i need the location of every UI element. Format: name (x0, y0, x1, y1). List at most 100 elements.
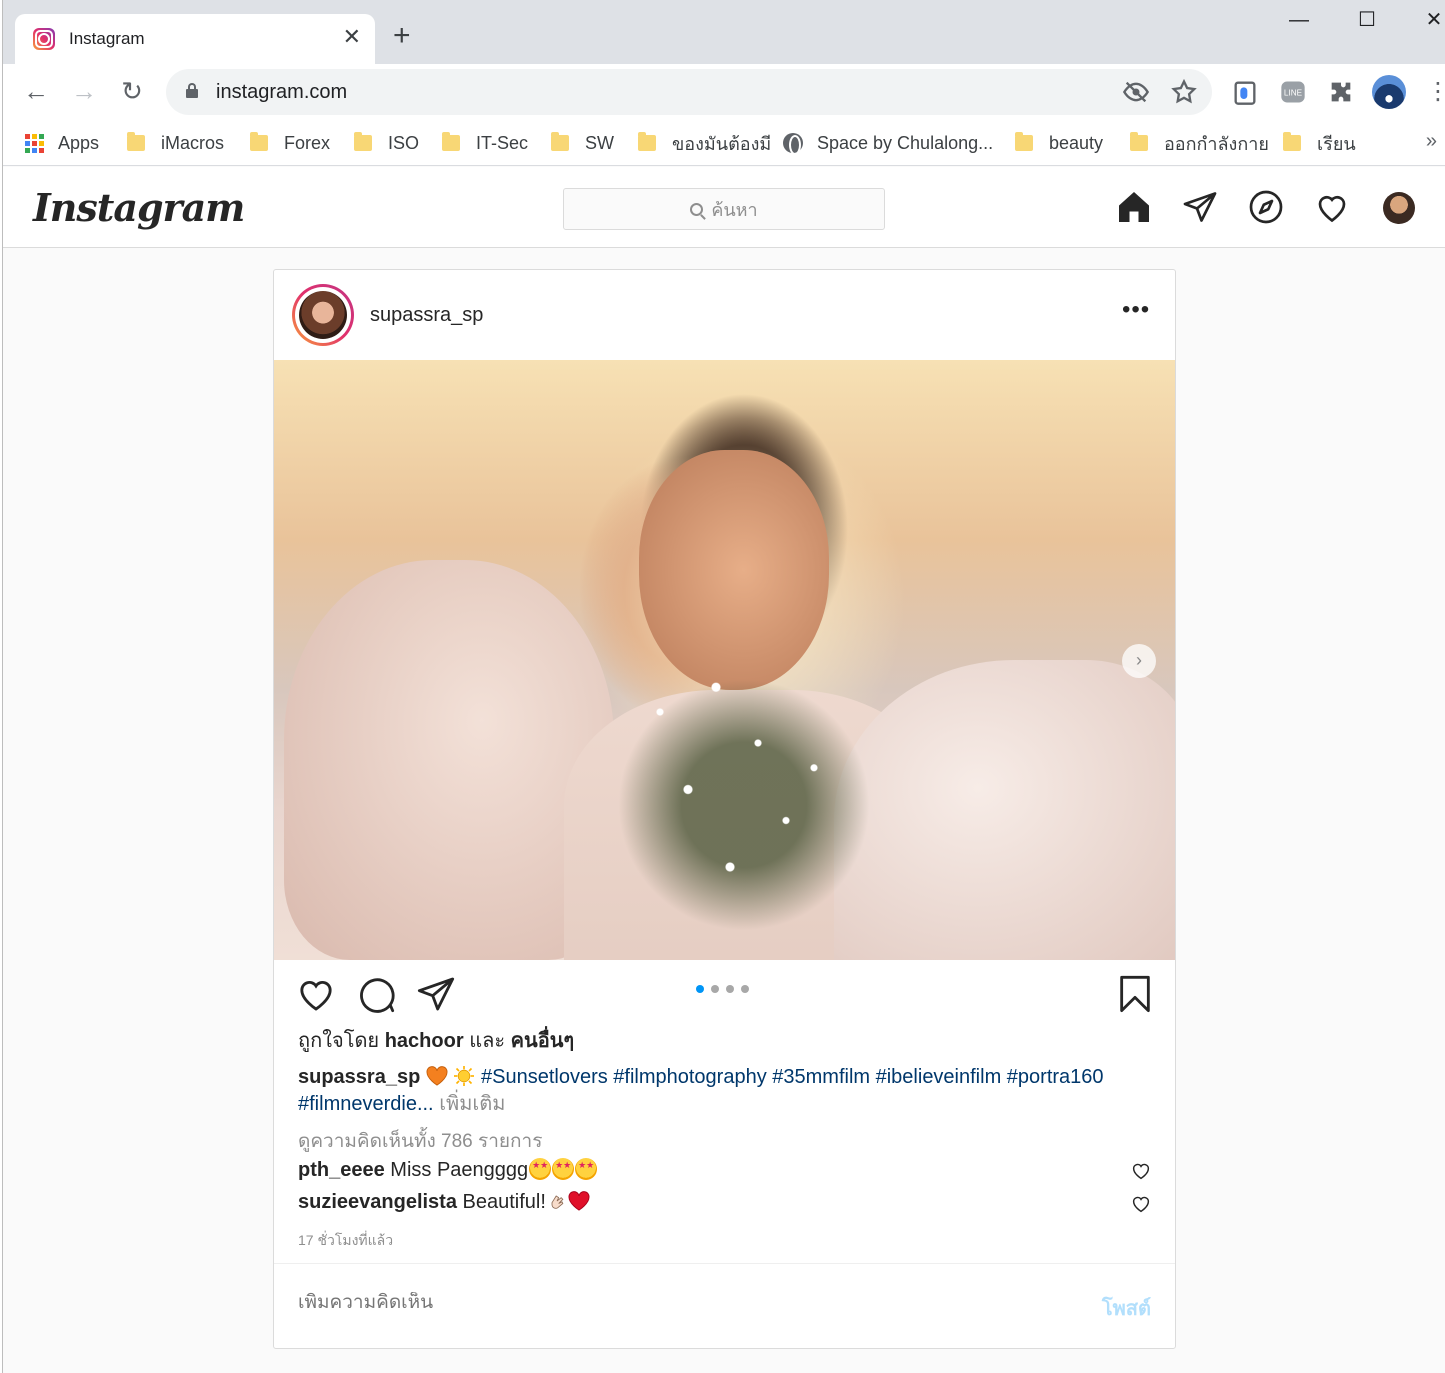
reload-icon[interactable]: ↻ (117, 76, 147, 106)
folder-icon (1015, 132, 1033, 151)
post-actions (274, 960, 1175, 1024)
tab-instagram[interactable]: Instagram ✕ (15, 14, 375, 64)
line-extension-icon[interactable]: LINE (1279, 78, 1307, 106)
eye-slash-icon[interactable] (1122, 78, 1150, 106)
folder-icon (354, 132, 372, 151)
bookmark-label: Space by Chulalong... (817, 132, 994, 153)
comment-username[interactable]: suzieevangelista (298, 1191, 457, 1213)
bookmark-label: เรียน (1317, 133, 1356, 154)
instagram-header: Instagram ค้นหา (3, 167, 1445, 248)
bookmark-label: beauty (1049, 132, 1104, 153)
folder-icon (1283, 132, 1301, 151)
search-placeholder: ค้นหา (711, 199, 758, 220)
folder-icon (442, 132, 460, 151)
save-bookmark-icon[interactable] (1115, 974, 1155, 1014)
bookmark-imacros[interactable]: iMacros (127, 128, 224, 158)
bookmark-it-sec[interactable]: IT-Sec (442, 128, 528, 158)
bookmark-label: iMacros (161, 132, 225, 153)
forward-arrow-icon[interactable]: → (69, 76, 99, 106)
bookmark-label: Forex (284, 132, 331, 153)
star-struck-emoji-icon (575, 1158, 598, 1180)
sun-emoji-icon (454, 1066, 475, 1086)
bookmarks-overflow-icon[interactable]: » (1426, 130, 1437, 153)
minimize-button[interactable]: — (1287, 8, 1311, 32)
explore-compass-icon[interactable] (1248, 189, 1284, 225)
maximize-button[interactable]: ☐ (1355, 8, 1379, 32)
bookmark-apps[interactable]: Apps (25, 128, 99, 158)
view-all-comments-link[interactable]: ดูความคิดเห็นทั้ง 786 รายการ (298, 1126, 542, 1156)
bookmark-label: Apps (58, 132, 100, 153)
carousel-indicator (696, 985, 749, 993)
liked-by-user[interactable]: hachoor (385, 1030, 464, 1052)
lock-icon[interactable] (186, 83, 198, 98)
star-struck-emoji-icon (529, 1158, 552, 1180)
search-input[interactable]: ค้นหา (563, 188, 885, 230)
tab-bar: Instagram ✕ + — ☐ ✕ (0, 0, 1445, 64)
bookmark-iso[interactable]: ISO (354, 128, 419, 158)
carousel-next-chevron-icon[interactable]: › (1122, 644, 1156, 678)
share-send-icon[interactable] (416, 974, 456, 1014)
back-arrow-icon[interactable]: ← (21, 76, 51, 106)
post-options-icon[interactable]: ••• (1122, 296, 1150, 324)
comment-item: pth_eeee Miss Paengggg (298, 1158, 1158, 1182)
folder-icon (551, 132, 569, 151)
browser-window: Instagram ✕ + — ☐ ✕ ← → ↻ instagram.com (0, 0, 1445, 1373)
liked-by-others[interactable]: คนอื่นๆ (511, 1030, 574, 1052)
svg-text:LINE: LINE (1284, 89, 1303, 98)
carousel-dot (696, 985, 704, 993)
bookmark-must-have[interactable]: ของมันต้องมี (638, 128, 771, 158)
folder-icon (638, 132, 656, 151)
instagram-favicon-icon (33, 28, 55, 50)
add-comment-input[interactable] (298, 1292, 998, 1314)
address-bar[interactable]: instagram.com (166, 69, 1212, 115)
url-text[interactable]: instagram.com (216, 81, 347, 104)
new-tab-button[interactable]: + (393, 21, 411, 51)
home-icon[interactable] (1116, 189, 1152, 225)
like-heart-icon[interactable] (296, 974, 336, 1014)
comment-bubble-icon[interactable] (356, 974, 396, 1014)
bookmark-sw[interactable]: SW (551, 128, 614, 158)
profile-avatar-small[interactable] (1383, 192, 1415, 224)
comment-username[interactable]: pth_eeee (298, 1159, 385, 1181)
apps-grid-icon (25, 133, 44, 153)
activity-heart-icon[interactable] (1314, 189, 1350, 225)
direct-message-icon[interactable] (1182, 189, 1218, 225)
caption-username[interactable]: supassra_sp (298, 1066, 420, 1088)
caption-more-link[interactable]: เพิ่มเติม (439, 1093, 505, 1115)
post-comment-button[interactable]: โพสต์ (1102, 1292, 1151, 1324)
tab-title: Instagram (69, 29, 145, 48)
bookmark-exercise[interactable]: ออกกำลังกาย (1130, 128, 1269, 158)
extension-clipboard-icon[interactable] (1231, 78, 1259, 106)
comment-like-heart-icon[interactable] (1130, 1160, 1152, 1182)
red-heart-emoji-icon (568, 1191, 590, 1211)
post-author-username[interactable]: supassra_sp (370, 304, 483, 327)
profile-avatar[interactable] (1372, 75, 1406, 109)
bookmarks-bar: Apps iMacros Forex ISO IT-Sec SW ของมันต… (0, 120, 1445, 166)
clapping-hands-emoji-icon (551, 1195, 564, 1209)
bookmark-label: ของมันต้องมี (672, 133, 772, 154)
comment-like-heart-icon[interactable] (1130, 1193, 1152, 1215)
star-bookmark-icon[interactable] (1170, 78, 1198, 106)
star-struck-emoji-icon (552, 1158, 575, 1180)
post-photo[interactable]: › (274, 360, 1175, 960)
post-header: supassra_sp ••• (274, 270, 1175, 360)
instagram-page: Instagram ค้นหา supassra_sp ••• › ถูกใจโ… (3, 167, 1445, 1373)
post-timestamp[interactable]: 17 ชั่วโมงที่แล้ว (298, 1230, 393, 1252)
bookmark-label: ออกกำลังกาย (1164, 133, 1269, 154)
comment-item: suzieevangelista Beautiful! (298, 1191, 1158, 1214)
bookmark-study[interactable]: เรียน (1283, 128, 1356, 158)
tab-close-icon[interactable]: ✕ (343, 26, 361, 48)
bookmark-label: ISO (388, 132, 420, 153)
puzzle-extensions-icon[interactable] (1327, 78, 1355, 106)
instagram-logo[interactable]: Instagram (33, 185, 245, 230)
bookmark-label: IT-Sec (476, 132, 529, 153)
bookmark-space-chula[interactable]: Space by Chulalong... (783, 128, 993, 158)
bookmark-label: SW (585, 132, 614, 153)
bookmark-forex[interactable]: Forex (250, 128, 330, 158)
liked-by-prefix: ถูกใจโดย (298, 1030, 380, 1052)
comment-text: Miss Paengggg (390, 1159, 529, 1181)
close-window-button[interactable]: ✕ (1422, 8, 1445, 32)
menu-kebab-icon[interactable]: ⋮ (1424, 78, 1445, 106)
post-author-avatar[interactable] (292, 284, 354, 346)
bookmark-beauty[interactable]: beauty (1015, 128, 1103, 158)
